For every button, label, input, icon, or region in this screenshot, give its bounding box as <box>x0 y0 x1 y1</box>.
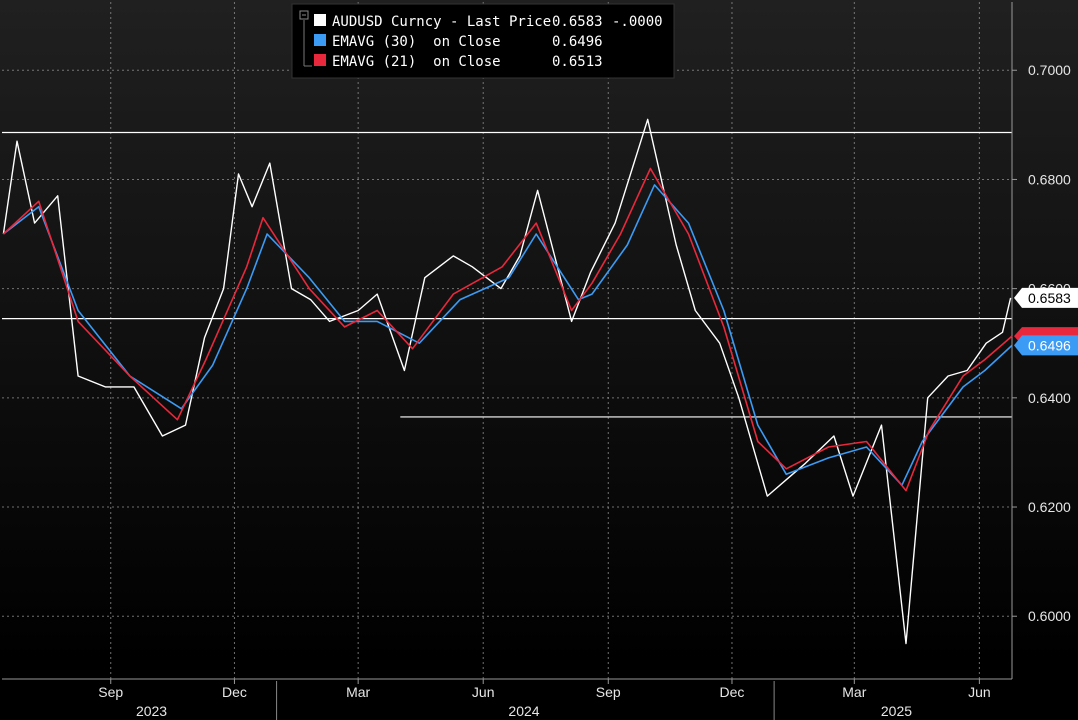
last-value-labels: 0.6583 0.6496 <box>1014 287 1078 356</box>
year-label: 2023 <box>136 703 167 719</box>
x-tick-label: Jun <box>472 684 495 700</box>
x-tick-label: Dec <box>720 684 745 700</box>
price-value-label: 0.6583 <box>1028 290 1071 306</box>
series <box>2 118 1013 645</box>
ema30-value-label: 0.6496 <box>1028 337 1071 353</box>
x-tick-label: Sep <box>596 684 621 700</box>
y-tick-label: 0.6000 <box>1028 608 1071 624</box>
x-tick-label: Mar <box>346 684 370 700</box>
x-tick-label: Dec <box>222 684 247 700</box>
ema30-line <box>2 184 1013 487</box>
legend-value-price: 0.6583 <box>552 14 603 30</box>
legend-value-ema30: 0.6496 <box>552 34 603 50</box>
legend-label-price: AUDUSD Curncy - Last Price <box>332 14 551 30</box>
x-tick-label: Sep <box>98 684 123 700</box>
legend-change-price: -.0000 <box>612 14 663 30</box>
y-tick-label: 0.6400 <box>1028 390 1071 406</box>
legend-swatch-ema21 <box>314 54 326 66</box>
x-tick-label: Jun <box>968 684 991 700</box>
y-tick-label: 0.6200 <box>1028 499 1071 515</box>
legend-value-ema21: 0.6513 <box>552 54 603 70</box>
legend-swatch-price <box>314 14 326 26</box>
axes: Sep Dec Mar Jun Sep Dec Mar Jun 0.6000 0.6200 0.64… <box>2 2 1071 720</box>
chart: Sep Dec Mar Jun Sep Dec Mar Jun 0.6000 0.6200 0.64… <box>0 0 1078 720</box>
price-line <box>2 118 1012 645</box>
year-label: 2025 <box>881 703 912 719</box>
legend: AUDUSD Curncy - Last Price 0.6583 -.0000… <box>291 3 675 79</box>
year-label: 2024 <box>508 703 539 719</box>
horizontal-reference-lines <box>2 131 1012 418</box>
legend-label-ema21: EMAVG (21) on Close <box>332 54 501 70</box>
x-tick-label: Mar <box>842 684 866 700</box>
legend-label-ema30: EMAVG (30) on Close <box>332 34 501 50</box>
grid <box>2 2 1012 679</box>
ema21-line <box>2 167 1013 492</box>
y-tick-label: 0.6800 <box>1028 171 1071 187</box>
y-tick-label: 0.7000 <box>1028 62 1071 78</box>
legend-swatch-ema30 <box>314 34 326 46</box>
chart-svg: Sep Dec Mar Jun Sep Dec Mar Jun 0.6000 0.6200 0.64… <box>2 2 1078 720</box>
